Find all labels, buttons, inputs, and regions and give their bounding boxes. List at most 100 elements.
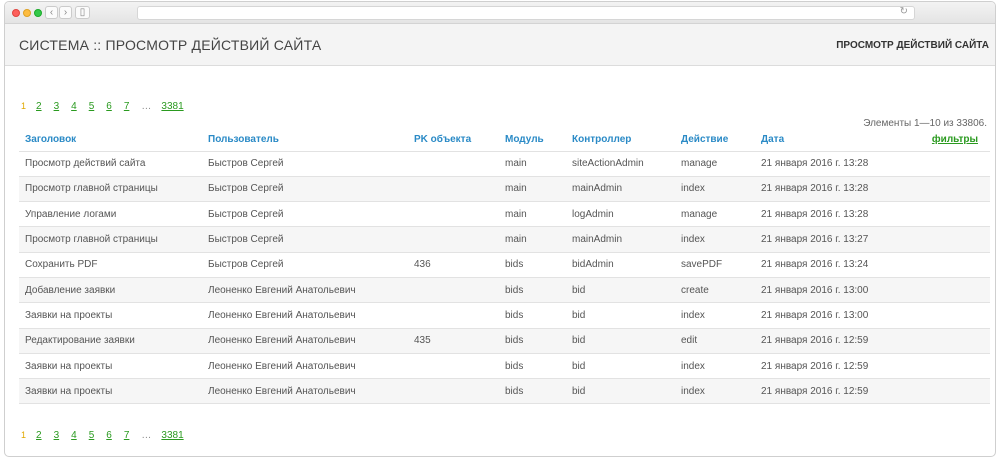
pagination-page-link[interactable]: 3: [54, 430, 60, 441]
address-bar[interactable]: ↻: [137, 6, 915, 20]
cell-object-pk: [408, 151, 499, 177]
pagination-page-link[interactable]: 2: [36, 430, 42, 441]
pagination-last-page-link[interactable]: 3381: [161, 430, 183, 441]
column-header-controller[interactable]: Контроллер: [566, 128, 675, 152]
cell-user: Быстров Сергей: [202, 151, 408, 177]
actions-table: Заголовок Пользователь PK объекта Модуль…: [19, 128, 990, 405]
back-arrow-icon[interactable]: ‹: [45, 6, 58, 19]
pagination-page-link[interactable]: 6: [106, 430, 112, 441]
cell-object-pk: [408, 176, 499, 203]
maximize-window-icon[interactable]: [34, 9, 42, 17]
cell-date: 21 января 2016 г. 13:24: [755, 252, 925, 278]
table-row: Сохранить PDF Быстров Сергей 436 bids bidAdm…: [19, 252, 990, 278]
cell-action: create: [675, 277, 755, 304]
cell-date: 21 января 2016 г. 12:59: [755, 378, 925, 405]
page-title: СИСТЕМА :: ПРОСМОТР ДЕЙСТВИЙ САЙТА: [19, 37, 322, 53]
cell-empty: [925, 302, 990, 329]
reload-icon[interactable]: ↻: [900, 6, 908, 17]
table-row: Просмотр действий сайта Быстров Сергей mai…: [19, 151, 990, 177]
pagination-page-link[interactable]: 5: [89, 101, 95, 112]
cell-controller: bid: [566, 277, 675, 304]
column-header-action[interactable]: Действие: [675, 128, 755, 152]
cell-title: Добавление заявки: [19, 277, 202, 304]
cell-action: index: [675, 226, 755, 253]
cell-date: 21 января 2016 г. 13:28: [755, 176, 925, 203]
cell-user: Леоненко Евгений Анатольевич: [202, 328, 408, 354]
cell-action: manage: [675, 201, 755, 228]
cell-object-pk: [408, 353, 499, 380]
pagination-page-link[interactable]: 5: [89, 430, 95, 441]
cell-module: bids: [499, 378, 566, 405]
table-row: Заявки на проекты Леоненко Евгений Анатол…: [19, 302, 990, 329]
table-row: Просмотр главной страницы Быстров Сергей m…: [19, 226, 990, 253]
cell-object-pk: 436: [408, 252, 499, 278]
column-header-date[interactable]: Дата: [755, 128, 925, 152]
cell-action: index: [675, 176, 755, 203]
column-header-user[interactable]: Пользователь: [202, 128, 408, 152]
cell-date: 21 января 2016 г. 13:27: [755, 226, 925, 253]
cell-module: main: [499, 176, 566, 203]
sidebar-toggle-icon[interactable]: ▯: [75, 6, 90, 19]
pagination-page-link[interactable]: 7: [124, 101, 130, 112]
cell-object-pk: [408, 226, 499, 253]
column-header-object-pk[interactable]: PK объекта: [408, 128, 499, 152]
cell-module: main: [499, 201, 566, 228]
pagination-last-page-link[interactable]: 3381: [161, 101, 183, 112]
cell-object-pk: [408, 378, 499, 405]
cell-action: index: [675, 353, 755, 380]
table-body: Просмотр действий сайта Быстров Сергей mai…: [19, 151, 990, 405]
pagination-page-link[interactable]: 6: [106, 101, 112, 112]
cell-empty: [925, 226, 990, 253]
filters-cell: фильтры: [925, 128, 990, 152]
table-row: Редактирование заявки Леоненко Евгений Ан…: [19, 328, 990, 354]
cell-controller: siteActionAdmin: [566, 151, 675, 177]
cell-action: edit: [675, 328, 755, 354]
pagination-page-link[interactable]: 7: [124, 430, 130, 441]
browser-window: ‹ › ▯ ↻ СИСТЕМА :: ПРОСМОТР ДЕЙСТВИЙ САЙ…: [4, 1, 996, 457]
filters-link[interactable]: фильтры: [932, 134, 978, 145]
cell-user: Леоненко Евгений Анатольевич: [202, 378, 408, 405]
minimize-window-icon[interactable]: [23, 9, 31, 17]
table-row: Заявки на проекты Леоненко Евгений Анатол…: [19, 353, 990, 380]
table-row: Управление логами Быстров Сергей main logAd…: [19, 201, 990, 228]
pagination-page-link[interactable]: 2: [36, 101, 42, 112]
column-header-module[interactable]: Модуль: [499, 128, 566, 152]
cell-controller: mainAdmin: [566, 176, 675, 203]
cell-user: Леоненко Евгений Анатольевич: [202, 353, 408, 380]
cell-title: Просмотр действий сайта: [19, 151, 202, 177]
cell-module: bids: [499, 328, 566, 354]
cell-title: Заявки на проекты: [19, 378, 202, 405]
close-window-icon[interactable]: [12, 9, 20, 17]
browser-titlebar: ‹ › ▯ ↻: [5, 2, 995, 24]
pagination-current-page: 1: [21, 430, 27, 441]
cell-user: Леоненко Евгений Анатольевич: [202, 302, 408, 329]
cell-action: index: [675, 302, 755, 329]
cell-user: Быстров Сергей: [202, 201, 408, 228]
cell-empty: [925, 353, 990, 380]
cell-module: bids: [499, 353, 566, 380]
forward-arrow-icon[interactable]: ›: [59, 6, 72, 19]
table-row: Просмотр главной страницы Быстров Сергей m…: [19, 176, 990, 203]
pagination-current-page: 1: [21, 101, 27, 111]
cell-module: bids: [499, 277, 566, 304]
cell-controller: bid: [566, 378, 675, 405]
cell-action: index: [675, 378, 755, 405]
cell-title: Заявки на проекты: [19, 302, 202, 329]
cell-empty: [925, 328, 990, 354]
cell-user: Быстров Сергей: [202, 226, 408, 253]
pagination-page-link[interactable]: 4: [71, 101, 77, 112]
cell-date: 21 января 2016 г. 12:59: [755, 353, 925, 380]
cell-action: savePDF: [675, 252, 755, 278]
pagination-page-link[interactable]: 3: [54, 101, 60, 112]
cell-empty: [925, 201, 990, 228]
cell-date: 21 января 2016 г. 13:28: [755, 201, 925, 228]
column-header-title[interactable]: Заголовок: [19, 128, 202, 152]
cell-user: Леоненко Евгений Анатольевич: [202, 277, 408, 304]
cell-title: Просмотр главной страницы: [19, 176, 202, 203]
items-summary: Элементы 1—10 из 33806.: [863, 118, 987, 129]
cell-module: main: [499, 151, 566, 177]
pagination-page-link[interactable]: 4: [71, 430, 77, 441]
cell-controller: logAdmin: [566, 201, 675, 228]
breadcrumb: ПРОСМОТР ДЕЙСТВИЙ САЙТА: [836, 40, 989, 51]
cell-object-pk: [408, 277, 499, 304]
